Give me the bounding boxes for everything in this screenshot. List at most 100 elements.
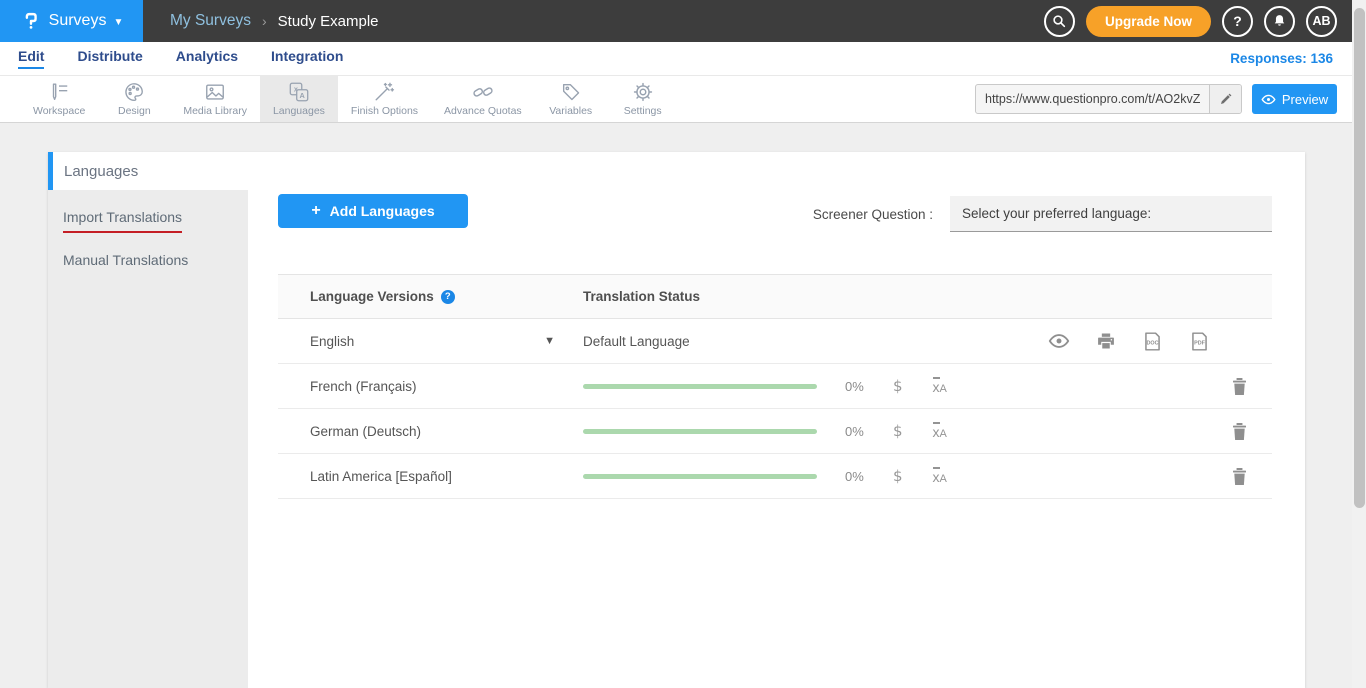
- panel-header: Languages: [48, 152, 1305, 190]
- questionpro-logo-icon: [20, 9, 42, 33]
- toolbar-item-advance-quotas[interactable]: Advance Quotas: [431, 76, 535, 122]
- translation-progress-bar: [583, 429, 817, 434]
- col-language-versions: Language Versions: [310, 289, 434, 304]
- edit-toolbar: Workspace Design Media Library xA Langua…: [0, 76, 1366, 123]
- product-name: Surveys: [49, 12, 107, 30]
- toolbar-item-design[interactable]: Design: [98, 76, 170, 122]
- default-language-name: English: [310, 334, 354, 349]
- delete-language-icon[interactable]: [1232, 378, 1247, 395]
- translate-icon[interactable]: xA: [933, 422, 947, 440]
- view-survey-icon[interactable]: [1048, 333, 1070, 349]
- language-name: Latin America [Español]: [310, 469, 452, 484]
- page-scrollbar[interactable]: [1352, 0, 1366, 688]
- translation-percent: 0%: [845, 424, 867, 439]
- toolbar-right: Preview: [975, 84, 1337, 114]
- paid-translation-icon[interactable]: $: [893, 377, 903, 395]
- sidebar-item-import-translations[interactable]: Import Translations: [48, 199, 248, 242]
- translation-percent: 0%: [845, 379, 867, 394]
- translation-progress-bar: [583, 474, 817, 479]
- design-icon: [123, 81, 145, 103]
- toolbar-items: Workspace Design Media Library xA Langua…: [20, 76, 679, 122]
- breadcrumb-current: Study Example: [278, 13, 379, 30]
- languages-panel: Languages Import TranslationsManual Tran…: [48, 152, 1305, 688]
- translate-icon[interactable]: xA: [933, 377, 947, 395]
- brand-menu[interactable]: Surveys ▼: [0, 0, 143, 42]
- export-icons: DOC PDF: [1048, 331, 1210, 352]
- search-button[interactable]: [1044, 6, 1075, 37]
- toolbar-item-media-library[interactable]: Media Library: [170, 76, 260, 122]
- language-versions-table: Language Versions ? Translation Status E…: [278, 274, 1272, 499]
- table-row: German (Deutsch) 0% $ xA: [278, 409, 1272, 454]
- toolbar-item-languages[interactable]: xA Languages: [260, 76, 338, 122]
- topbar-actions: Upgrade Now ? AB: [1044, 6, 1337, 37]
- table-row: French (Français) 0% $ xA: [278, 364, 1272, 409]
- print-icon[interactable]: [1096, 331, 1116, 351]
- plus-icon: +: [311, 202, 320, 220]
- survey-section-nav: Edit Distribute Analytics Integration Respo…: [0, 42, 1366, 76]
- advance-quotas-icon: [472, 81, 494, 103]
- language-dropdown-caret-icon[interactable]: ▼: [544, 335, 555, 347]
- help-tooltip-icon[interactable]: ?: [441, 290, 455, 304]
- svg-text:DOC: DOC: [1146, 340, 1158, 346]
- table-header-row: Language Versions ? Translation Status: [278, 275, 1272, 319]
- export-doc-icon[interactable]: DOC: [1142, 331, 1163, 352]
- translate-icon[interactable]: xA: [933, 467, 947, 485]
- default-language-status: Default Language: [583, 334, 690, 349]
- finish-options-icon: [373, 81, 395, 103]
- breadcrumb: My Surveys › Study Example: [170, 12, 379, 30]
- bell-icon: [1272, 13, 1287, 29]
- toolbar-item-workspace[interactable]: Workspace: [20, 76, 98, 122]
- preview-button[interactable]: Preview: [1252, 84, 1337, 114]
- toolbar-item-settings[interactable]: Settings: [607, 76, 679, 122]
- sidebar-item-manual-translations[interactable]: Manual Translations: [48, 242, 248, 285]
- pencil-icon: [1219, 92, 1233, 106]
- delete-language-icon[interactable]: [1232, 423, 1247, 440]
- tab-integration[interactable]: Integration: [271, 48, 343, 69]
- translation-percent: 0%: [845, 469, 867, 484]
- panel-title: Languages: [64, 163, 138, 180]
- responses-count[interactable]: Responses: 136: [1230, 51, 1366, 66]
- paid-translation-icon[interactable]: $: [893, 467, 903, 485]
- tab-edit[interactable]: Edit: [18, 48, 44, 69]
- avatar[interactable]: AB: [1306, 6, 1337, 37]
- toolbar-item-finish-options[interactable]: Finish Options: [338, 76, 431, 122]
- tab-analytics[interactable]: Analytics: [176, 48, 238, 69]
- screener-question-label: Screener Question :: [813, 207, 933, 222]
- table-row: Latin America [Español] 0% $ xA: [278, 454, 1272, 499]
- notifications-button[interactable]: [1264, 6, 1295, 37]
- breadcrumb-my-surveys[interactable]: My Surveys: [170, 12, 251, 30]
- help-button[interactable]: ?: [1222, 6, 1253, 37]
- survey-url-box: [975, 84, 1242, 114]
- breadcrumb-separator-icon: ›: [262, 13, 267, 29]
- search-icon: [1051, 13, 1067, 29]
- language-name: French (Français): [310, 379, 417, 394]
- top-bar: Surveys ▼ My Surveys › Study Example Upg…: [0, 0, 1366, 42]
- col-translation-status: Translation Status: [583, 289, 700, 304]
- workspace-icon: [48, 81, 70, 103]
- survey-url-input[interactable]: [976, 92, 1209, 106]
- section-tabs: Edit Distribute Analytics Integration: [18, 48, 343, 69]
- export-pdf-icon[interactable]: PDF: [1189, 331, 1210, 352]
- upgrade-now-button[interactable]: Upgrade Now: [1086, 6, 1211, 37]
- settings-icon: [632, 81, 654, 103]
- delete-language-icon[interactable]: [1232, 468, 1247, 485]
- tab-distribute[interactable]: Distribute: [77, 48, 142, 69]
- languages-content: + Add Languages Screener Question : Sele…: [248, 190, 1305, 688]
- scrollbar-thumb[interactable]: [1354, 8, 1365, 508]
- translations-sidebar: Import TranslationsManual Translations: [48, 190, 248, 688]
- variables-icon: [560, 81, 582, 103]
- language-name: German (Deutsch): [310, 424, 421, 439]
- chevron-down-icon: ▼: [113, 17, 123, 28]
- svg-text:PDF: PDF: [1194, 340, 1206, 346]
- add-languages-button[interactable]: + Add Languages: [278, 194, 468, 228]
- languages-icon: xA: [288, 81, 310, 103]
- paid-translation-icon[interactable]: $: [893, 422, 903, 440]
- edit-url-button[interactable]: [1209, 85, 1241, 113]
- svg-text:A: A: [299, 91, 305, 100]
- media-library-icon: [204, 81, 226, 103]
- translation-progress-bar: [583, 384, 817, 389]
- screener-question-select[interactable]: Select your preferred language:: [950, 196, 1272, 232]
- page-background: Languages Import TranslationsManual Tran…: [0, 123, 1366, 688]
- toolbar-item-variables[interactable]: Variables: [535, 76, 607, 122]
- eye-icon: [1261, 94, 1276, 105]
